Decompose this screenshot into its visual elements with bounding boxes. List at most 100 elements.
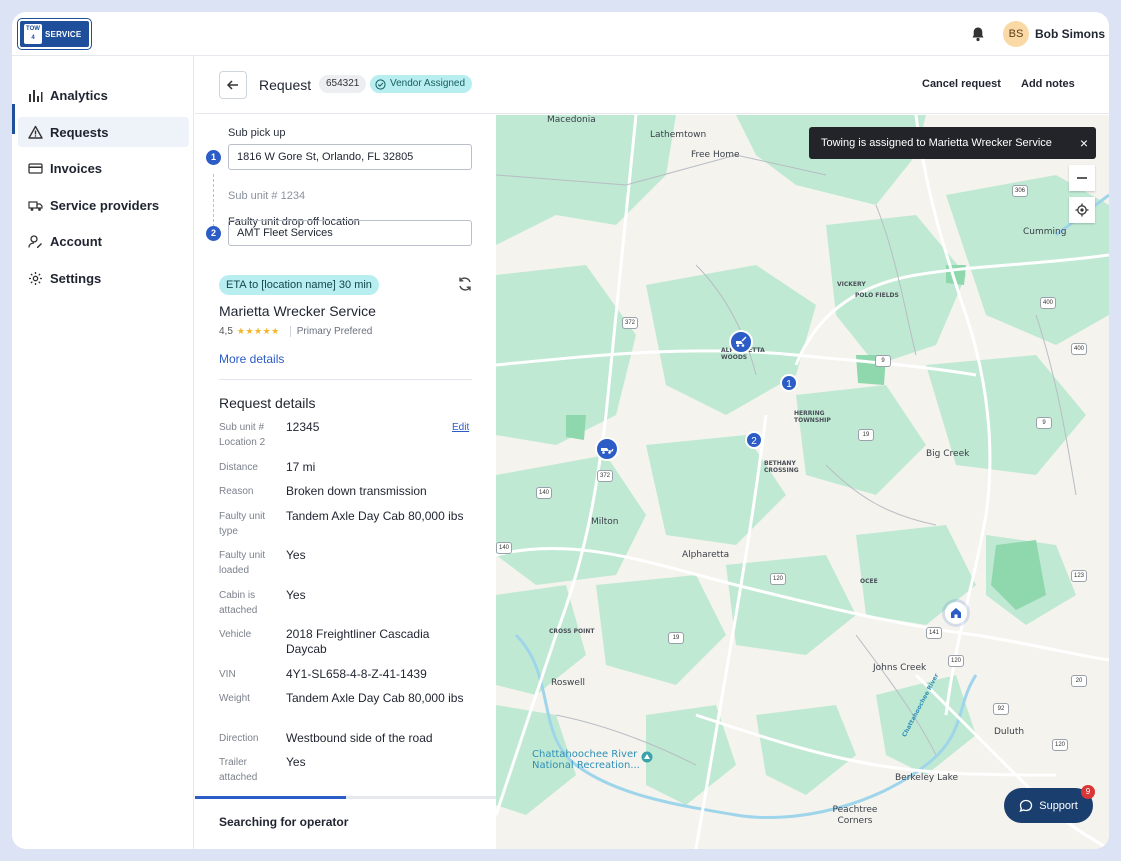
sidebar-item-requests[interactable]: Requests (18, 117, 189, 147)
route-shield: 20 (1071, 675, 1087, 687)
sidebar-item-label: Analytics (50, 87, 108, 103)
route-shield: 141 (926, 627, 942, 639)
home-icon (951, 608, 961, 618)
sidebar-item-invoices[interactable]: Invoices (18, 153, 189, 183)
zoom-out-button[interactable] (1069, 165, 1095, 191)
route-shield: 140 (496, 542, 512, 554)
cancel-request-button[interactable]: Cancel request (922, 78, 1001, 90)
map-label: OCEE (860, 578, 878, 585)
map-label: Big Creek (926, 449, 970, 459)
vendor-name: Marietta Wrecker Service (219, 303, 376, 319)
route-shield: 9 (875, 355, 891, 367)
detail-label: Direction (219, 733, 259, 744)
route-shield: 123 (1071, 570, 1087, 582)
status-label: Vendor Assigned (390, 78, 466, 89)
detail-label: VIN (219, 669, 236, 680)
card-icon (28, 162, 43, 174)
map-label: Free Home (691, 150, 740, 160)
app-window: TOW 4 SERVICE BS Bob Simons Analytics Req… (12, 12, 1109, 849)
detail-label: Cabin is attached (219, 590, 258, 616)
gear-icon (29, 271, 42, 285)
map-label: Milton (591, 517, 619, 527)
close-icon[interactable]: × (1080, 127, 1088, 159)
divider (289, 326, 291, 337)
check-circle-icon (375, 78, 386, 90)
request-details-title: Request details (219, 395, 316, 411)
map-label: VICKERY (837, 281, 866, 288)
dropoff-marker[interactable]: 2 (745, 431, 763, 449)
step-2-marker: 2 (206, 226, 221, 241)
pickup-input[interactable]: 1816 W Gore St, Orlando, FL 32805 (228, 144, 472, 170)
detail-label: Sub unit # Location 2 (219, 422, 266, 448)
dropoff-input[interactable]: AMT Fleet Services (228, 220, 472, 246)
sidebar-item-label: Invoices (50, 160, 103, 176)
detail-label: Weight (219, 693, 250, 704)
tow-truck-marker[interactable] (729, 330, 753, 354)
logo-text: SERVICE (45, 29, 82, 39)
rating-value: 4,5 (219, 326, 233, 337)
request-id-badge: 654321 (319, 75, 367, 93)
map-canvas (496, 115, 1109, 849)
avatar[interactable]: BS (1003, 21, 1029, 47)
route-shield: 120 (1052, 739, 1068, 751)
preference-label: Primary Prefered (296, 326, 373, 337)
status-badge: Vendor Assigned (370, 75, 473, 93)
map-label: Lathemtown (650, 130, 707, 140)
sidebar-item-account[interactable]: Account (18, 226, 189, 256)
map-label: CROSS POINT (549, 628, 595, 635)
map-view[interactable]: Macedonia Lathemtown Free Home Cumming V… (496, 115, 1109, 849)
vehicle-marker[interactable] (595, 437, 619, 461)
detail-value: Tandem Axle Day Cab 80,000 ibs (286, 691, 464, 705)
support-label: Support (1039, 799, 1078, 812)
sidebar-item-analytics[interactable]: Analytics (18, 80, 189, 110)
sidebar-item-service-providers[interactable]: Service providers (18, 190, 189, 220)
bar-chart-icon (29, 89, 43, 102)
sidebar-item-label: Settings (50, 270, 102, 286)
route-shield: 140 (536, 487, 552, 499)
more-details-link[interactable]: More details (219, 352, 284, 366)
logo[interactable]: TOW 4 SERVICE (18, 19, 91, 49)
pickup-marker[interactable]: 1 (780, 374, 798, 392)
locate-icon (1075, 203, 1089, 217)
route-shield: 306 (1012, 185, 1028, 197)
user-name[interactable]: Bob Simons (1035, 27, 1105, 41)
search-progress-bar (195, 796, 496, 799)
refresh-icon[interactable] (457, 276, 473, 292)
detail-value: Yes (286, 588, 306, 602)
detail-label: Distance (219, 462, 258, 473)
vendor-rating: 4,5 ★★★★★ Primary Prefered (219, 326, 372, 337)
sidebar-item-settings[interactable]: Settings (18, 263, 189, 293)
request-panel: Sub pick up 1 1816 W Gore St, Orlando, F… (195, 115, 496, 849)
my-location-button[interactable] (1069, 197, 1095, 223)
route-shield: 120 (948, 655, 964, 667)
route-shield: 120 (770, 573, 786, 585)
active-indicator (12, 104, 15, 134)
map-label: POLO FIELDS (855, 292, 899, 299)
arrow-left-icon (226, 80, 238, 90)
star-rating-icon: ★★★★★ (236, 326, 280, 336)
logo-badge: TOW 4 (24, 24, 42, 44)
map-label: Cumming (1023, 227, 1067, 237)
map-label: Peachtree Corners (832, 805, 878, 826)
support-button[interactable]: Support (1004, 788, 1093, 823)
detail-value: 17 mi (286, 460, 316, 474)
truck-icon (28, 200, 43, 211)
add-notes-button[interactable]: Add notes (1021, 78, 1075, 90)
warning-icon (28, 125, 43, 139)
searching-status: Searching for operator (219, 815, 349, 829)
home-marker[interactable] (945, 602, 967, 624)
detail-value: Broken down transmission (286, 484, 427, 498)
route-shield: 372 (622, 317, 638, 329)
sidebar-item-label: Requests (50, 124, 109, 140)
map-label: HERRING TOWNSHIP (794, 410, 831, 424)
route-shield: 372 (597, 470, 613, 482)
divider (219, 379, 472, 380)
step-1-marker: 1 (206, 150, 221, 165)
map-label: Chattahoochee River National Recreation.… (532, 749, 640, 771)
map-label: Johns Creek (873, 663, 927, 673)
bell-icon[interactable] (970, 26, 986, 42)
sub-unit-note: Sub unit # 1234 (228, 190, 306, 202)
back-button[interactable] (219, 71, 247, 99)
detail-value: 12345 (286, 420, 320, 434)
map-label: BETHANY CROSSING (764, 460, 799, 474)
